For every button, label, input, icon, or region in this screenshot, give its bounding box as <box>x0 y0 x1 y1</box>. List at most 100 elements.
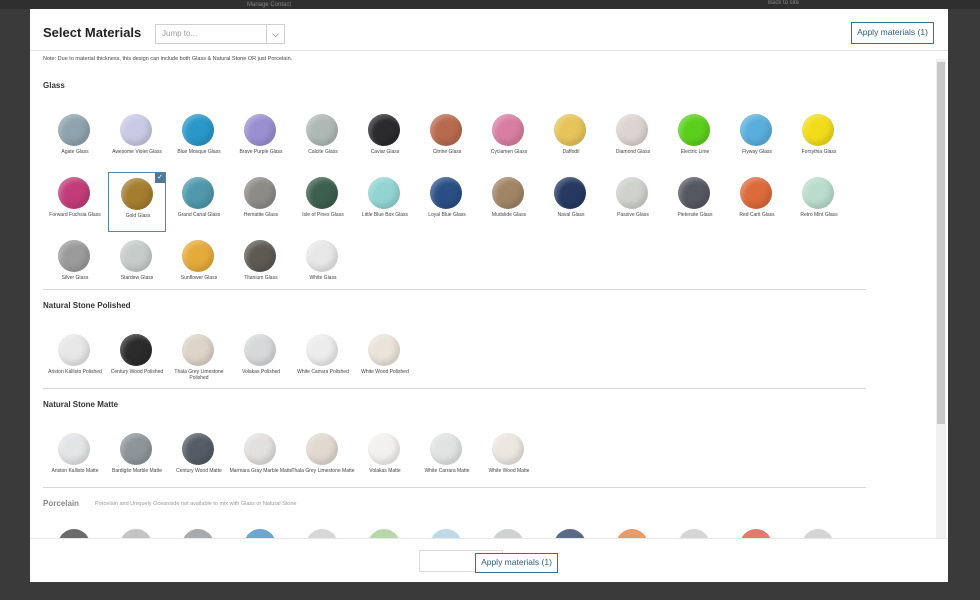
swatch-ariston-kallisto-polished[interactable]: Ariston Kallisto Polished <box>46 329 104 389</box>
swatch-hematite-glass[interactable]: Hematite Glass <box>232 172 290 232</box>
materials-list[interactable]: Glass Agate Glass Awesome Violet Glass Blu… <box>30 65 935 538</box>
swatch-mudslide-glass[interactable]: Mudslide Glass <box>480 172 538 232</box>
swatch-brave-purple-glass[interactable]: Brave Purple Glass <box>232 109 290 169</box>
swatch-awesome-violet-glass[interactable]: Awesome Violet Glass <box>108 109 166 169</box>
swatch-diamond-glass[interactable]: Diamond Glass <box>604 109 662 169</box>
swatch-label: Century Wood Matte <box>176 468 222 474</box>
swatch-label: Forward Fuchsia Glass <box>49 212 101 218</box>
swatch-forward-fuchsia-glass[interactable]: Forward Fuchsia Glass <box>46 172 104 232</box>
swatch-bardiglio-marble-matte[interactable]: Bardiglio Marble Matte <box>108 428 166 488</box>
porcelain-swatch[interactable] <box>120 529 152 538</box>
swatch-gold-glass[interactable]: Gold Glass ✓ <box>108 172 166 232</box>
swatch-retro-mint-glass[interactable]: Retro Mint Glass <box>790 172 848 232</box>
swatch-color <box>740 114 772 146</box>
swatch-sunflower-glass[interactable]: Sunflower Glass <box>170 235 228 295</box>
swatch-little-blue-box-glass[interactable]: Little Blue Box Glass <box>356 172 414 232</box>
swatch-color <box>120 240 152 272</box>
swatch-color <box>58 433 90 465</box>
swatch-century-wood-polished[interactable]: Century Wood Polished <box>108 329 166 389</box>
scrollbar[interactable] <box>936 59 946 539</box>
apply-materials-button[interactable]: Apply materials (1) <box>851 22 934 44</box>
swatch-label: Caviar Glass <box>370 149 400 155</box>
swatch-color <box>182 114 214 146</box>
swatch-pietersite-glass[interactable]: Pietersite Glass <box>666 172 724 232</box>
select-materials-modal: Select Materials Jump to... ⌵ Apply mate… <box>30 9 948 582</box>
chevron-down-icon[interactable]: ⌵ <box>266 25 284 43</box>
swatch-white-carrara-polished[interactable]: White Carrara Polished <box>294 329 352 389</box>
swatch-label: White Wood Matte <box>488 468 530 474</box>
swatch-label: Agate Glass <box>61 149 89 155</box>
apply-materials-footer-button[interactable]: Apply materials (1) <box>475 553 558 573</box>
swatch-stardew-glass[interactable]: Stardew Glass <box>108 235 166 295</box>
swatch-white-glass[interactable]: White Glass <box>294 235 352 295</box>
swatch-caviar-glass[interactable]: Caviar Glass <box>356 109 414 169</box>
swatch-color <box>678 114 710 146</box>
swatch-grand-canal-glass[interactable]: Grand Canal Glass <box>170 172 228 232</box>
swatch-century-wood-matte[interactable]: Century Wood Matte <box>170 428 228 488</box>
swatch-marmara-gray-marble-matte[interactable]: Marmara Gray Marble Matte <box>230 428 292 488</box>
checkmark-icon: ✓ <box>155 173 165 183</box>
swatch-naval-glass[interactable]: Naval Glass <box>542 172 600 232</box>
swatch-label: Titanium Glass <box>244 275 278 281</box>
porcelain-swatch[interactable] <box>58 529 90 538</box>
porcelain-swatch[interactable] <box>616 529 648 538</box>
swatch-thala-grey-limestone-polished[interactable]: Thala Grey Limestone Polished <box>170 329 228 389</box>
swatch-calcite-glass[interactable]: Calcite Glass <box>294 109 352 169</box>
porcelain-swatch[interactable] <box>368 529 400 538</box>
swatch-agate-glass[interactable]: Agate Glass <box>46 109 104 169</box>
swatch-loyal-blue-glass[interactable]: Loyal Blue Glass <box>418 172 476 232</box>
swatch-color <box>306 334 338 366</box>
section-divider <box>43 487 866 488</box>
scrollbar-thumb[interactable] <box>937 62 945 424</box>
swatch-color <box>306 177 338 209</box>
swatch-flyway-glass[interactable]: Flyway Glass <box>728 109 786 169</box>
porcelain-swatch[interactable] <box>554 529 586 538</box>
swatch-label: Daffodil <box>562 149 580 155</box>
section-title-glass: Glass <box>43 81 65 90</box>
swatch-label: Flyway Glass <box>742 149 772 155</box>
swatch-cyclamen-glass[interactable]: Cyclamen Glass <box>480 109 538 169</box>
swatch-label: Silver Glass <box>61 275 89 281</box>
porcelain-swatch[interactable] <box>244 529 276 538</box>
material-note: Note: Due to material thickness, this de… <box>43 56 293 62</box>
swatch-label: Gold Glass <box>125 213 151 219</box>
modal-title: Select Materials <box>43 25 142 40</box>
swatch-red-carit-glass[interactable]: Red Carit Glass <box>728 172 786 232</box>
porcelain-swatch[interactable] <box>678 529 710 538</box>
swatch-white-wood-polished[interactable]: White Wood Polished <box>356 329 414 389</box>
porcelain-swatch[interactable] <box>740 529 772 538</box>
jump-to-select[interactable]: Jump to... ⌵ <box>155 24 285 44</box>
porcelain-swatch[interactable] <box>430 529 462 538</box>
porcelain-swatch[interactable] <box>306 529 338 538</box>
swatch-label: Thala Grey Limestone Matte <box>291 468 355 474</box>
swatch-ariston-kallisto-matte[interactable]: Ariston Kallisto Matte <box>46 428 104 488</box>
swatch-silver-glass[interactable]: Silver Glass <box>46 235 104 295</box>
swatch-white-carrara-matte[interactable]: White Carrara Matte <box>418 428 476 488</box>
porcelain-swatch[interactable] <box>802 529 834 538</box>
swatch-label: White Carrara Matte <box>424 468 470 474</box>
swatch-volakas-matte[interactable]: Volakas Matte <box>356 428 414 488</box>
swatch-isle-of-pines-glass[interactable]: Isle of Pines Glass <box>294 172 352 232</box>
swatch-passive-glass[interactable]: Passive Glass <box>604 172 662 232</box>
swatch-daffodil[interactable]: Daffodil <box>542 109 600 169</box>
swatch-color <box>368 334 400 366</box>
backdrop-nav-text: Manage Contact <box>247 2 292 8</box>
swatch-thala-grey-limestone-matte[interactable]: Thala Grey Limestone Matte <box>291 428 355 488</box>
porcelain-swatch[interactable] <box>492 529 524 538</box>
swatch-label: Thala Grey Limestone Polished <box>174 369 224 381</box>
modal-footer: Apply materials (1) <box>30 538 948 582</box>
swatch-citrine-glass[interactable]: Citrine Glass <box>418 109 476 169</box>
swatch-blue-mosque-glass[interactable]: Blue Mosque Glass <box>170 109 228 169</box>
swatch-color <box>120 334 152 366</box>
swatch-label: White Carrara Polished <box>297 369 349 375</box>
swatch-volakas-polished[interactable]: Volakas Polished <box>232 329 290 389</box>
porcelain-swatch[interactable] <box>182 529 214 538</box>
swatch-color <box>244 240 276 272</box>
swatch-titanium-glass[interactable]: Titanium Glass <box>232 235 290 295</box>
swatch-electric-lime[interactable]: Electric Lime <box>666 109 724 169</box>
swatch-color <box>740 177 772 209</box>
swatch-color <box>244 334 276 366</box>
swatch-white-wood-matte[interactable]: White Wood Matte <box>480 428 538 488</box>
swatch-forsythia-glass[interactable]: Forsythia Glass <box>790 109 848 169</box>
swatch-label: White Glass <box>309 275 337 281</box>
